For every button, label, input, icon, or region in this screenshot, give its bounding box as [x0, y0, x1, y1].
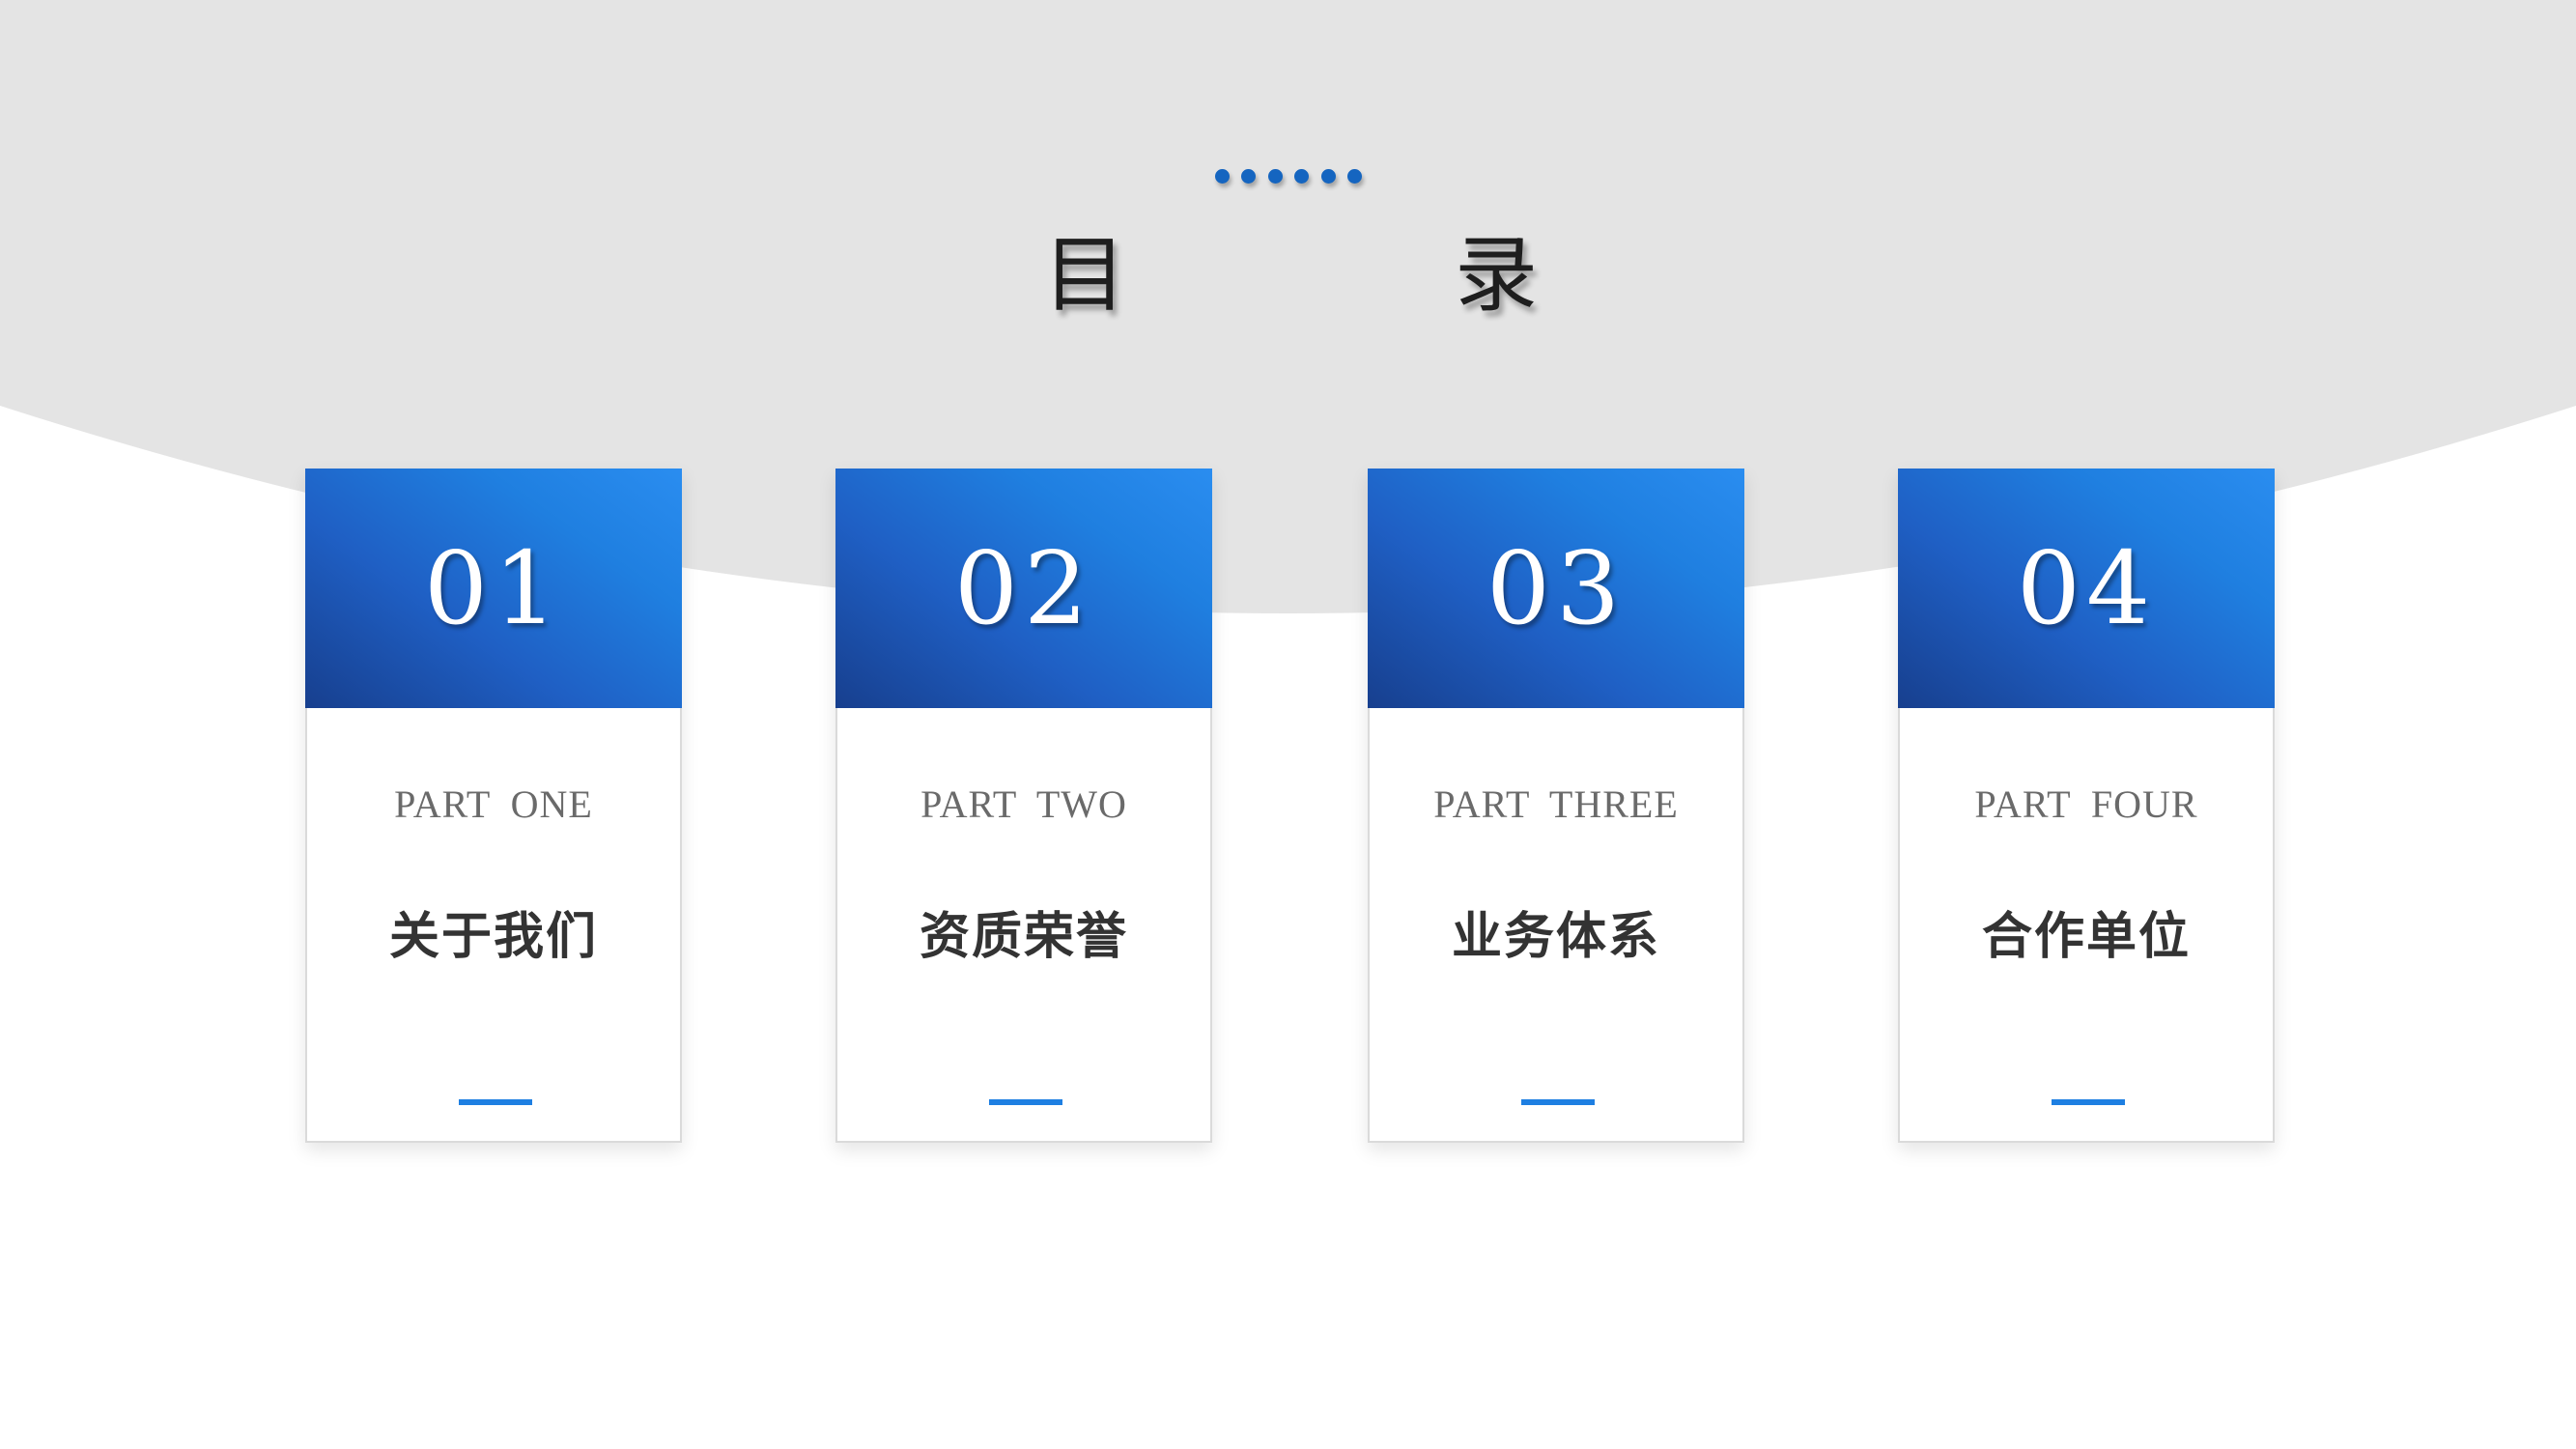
card-accent-line	[459, 1099, 532, 1105]
card-section-title: 关于我们	[388, 908, 598, 966]
card-number: 04	[2016, 529, 2157, 647]
card-part-label: PART FOUR	[1974, 782, 2198, 826]
card-header: 01	[305, 469, 682, 708]
dot-icon	[1294, 168, 1310, 184]
toc-card-3[interactable]: 03 PART THREE 业务体系	[1368, 469, 1744, 1143]
decorative-dots	[1215, 166, 1362, 185]
card-number: 03	[1486, 529, 1627, 647]
card-header: 03	[1368, 469, 1744, 708]
card-accent-line	[989, 1099, 1062, 1105]
card-section-title: 资质荣誉	[919, 908, 1128, 966]
card-header: 02	[835, 469, 1212, 708]
card-header: 04	[1898, 469, 2275, 708]
card-accent-line	[1521, 1099, 1595, 1105]
page-title-second-char: 录	[1455, 227, 1538, 324]
page-title-first-char: 目	[1043, 227, 1126, 324]
card-number: 01	[423, 529, 564, 647]
toc-card-4[interactable]: 04 PART FOUR 合作单位	[1898, 469, 2275, 1143]
card-number: 02	[953, 529, 1094, 647]
toc-card-2[interactable]: 02 PART TWO 资质荣誉	[835, 469, 1212, 1143]
dot-icon	[1320, 168, 1336, 184]
card-part-label: PART TWO	[920, 782, 1127, 826]
card-accent-line	[2052, 1099, 2125, 1105]
card-section-title: 业务体系	[1451, 908, 1660, 966]
toc-card-1[interactable]: 01 PART ONE 关于我们	[305, 469, 682, 1143]
dot-icon	[1215, 168, 1230, 184]
card-part-label: PART THREE	[1433, 782, 1679, 826]
card-part-label: PART ONE	[394, 782, 593, 826]
dot-icon	[1346, 168, 1362, 184]
dot-icon	[1241, 168, 1257, 184]
dot-icon	[1267, 168, 1283, 184]
card-section-title: 合作单位	[1981, 908, 2191, 966]
